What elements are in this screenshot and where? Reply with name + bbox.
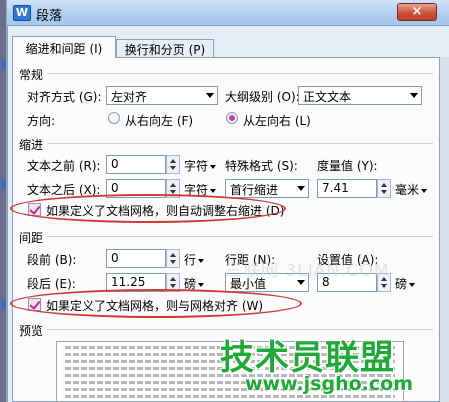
space-before-unit[interactable]: 行 [184, 251, 205, 268]
chevron-down-icon [409, 282, 416, 287]
tab-indents-and-spacing[interactable]: 缩进和间距 (I) [12, 36, 116, 58]
space-before-label: 段前 (B): [27, 253, 77, 267]
measure-unit[interactable]: 毫米 [395, 181, 428, 198]
chevron-down-icon [210, 164, 217, 169]
chevron-down-icon [410, 93, 418, 98]
space-after-label: 段后 (E): [27, 277, 76, 291]
chevron-down-icon [198, 258, 205, 263]
watermark-brand: 技术员联盟 [220, 338, 395, 378]
unit-text: 字符 [184, 159, 209, 173]
special-format-value: 首行缩进 [230, 183, 279, 197]
section-indent-heading: 缩进 [19, 138, 44, 152]
outline-level-select[interactable]: 正文文本 [298, 86, 422, 105]
indent-before-label: 文本之前 (R): [27, 159, 101, 173]
watermark-faint: 三联网 3LIAN.COM [225, 261, 390, 281]
ltr-radio-label: 从左向右 (L) [243, 114, 311, 128]
special-format-label: 特殊格式 (S): [225, 159, 298, 173]
section-spacing-heading: 间距 [19, 231, 44, 245]
outline-level-label: 大纲级别 (O): [225, 90, 300, 104]
alignment-value: 左对齐 [111, 90, 148, 104]
unit-text: 行 [184, 253, 197, 267]
setting-value-unit[interactable]: 磅 [395, 275, 416, 292]
section-preview-heading: 预览 [19, 324, 44, 338]
unit-text: 磅 [395, 277, 408, 291]
dialog-title: 段落 [36, 9, 63, 24]
alignment-select[interactable]: 左对齐 [106, 86, 218, 105]
measure-input[interactable]: 7.41 [317, 179, 377, 198]
close-button[interactable]: × [397, 3, 437, 21]
strip-marker [1, 60, 6, 69]
preview-text-line [65, 395, 395, 398]
watermark-url: www.jsgho.com [245, 373, 413, 395]
unit-text: 毫米 [395, 183, 420, 197]
indent-before-spinner[interactable] [166, 155, 180, 174]
vertical-scrollbar[interactable] [440, 57, 449, 402]
tab-line-and-page-breaks[interactable]: 换行和分页 (P) [116, 39, 214, 58]
chevron-down-icon [198, 282, 205, 287]
strip-marker [1, 300, 6, 309]
alignment-label: 对齐方式 (G): [27, 90, 102, 104]
outline-level-value: 正文文本 [303, 90, 352, 104]
indent-before-input[interactable]: 0 [106, 155, 166, 174]
divider [47, 143, 433, 144]
background-window-strip [0, 0, 7, 402]
special-format-select[interactable]: 首行缩进 [225, 179, 309, 198]
strip-marker [1, 180, 6, 189]
chevron-down-icon [210, 188, 217, 193]
highlight-oval [10, 289, 302, 318]
space-before-input[interactable]: 0 [106, 249, 166, 268]
indent-before-unit[interactable]: 字符 [184, 157, 217, 174]
wps-app-icon: W [13, 5, 31, 21]
rtl-radio-label: 从右向左 (F) [125, 114, 194, 128]
section-general-heading: 常规 [19, 68, 44, 82]
measure-spinner[interactable] [377, 179, 391, 198]
divider [47, 73, 433, 74]
space-before-spinner[interactable] [166, 249, 180, 268]
chevron-down-icon [297, 186, 305, 191]
chevron-down-icon [421, 188, 428, 193]
chevron-down-icon [206, 93, 214, 98]
divider [47, 236, 433, 237]
highlight-oval [10, 194, 286, 223]
measure-label: 度量值 (Y): [317, 159, 378, 173]
rtl-radio[interactable] [108, 112, 120, 124]
direction-label: 方向: [27, 114, 56, 128]
ltr-radio[interactable] [226, 112, 238, 124]
title-bar[interactable] [7, 0, 449, 26]
